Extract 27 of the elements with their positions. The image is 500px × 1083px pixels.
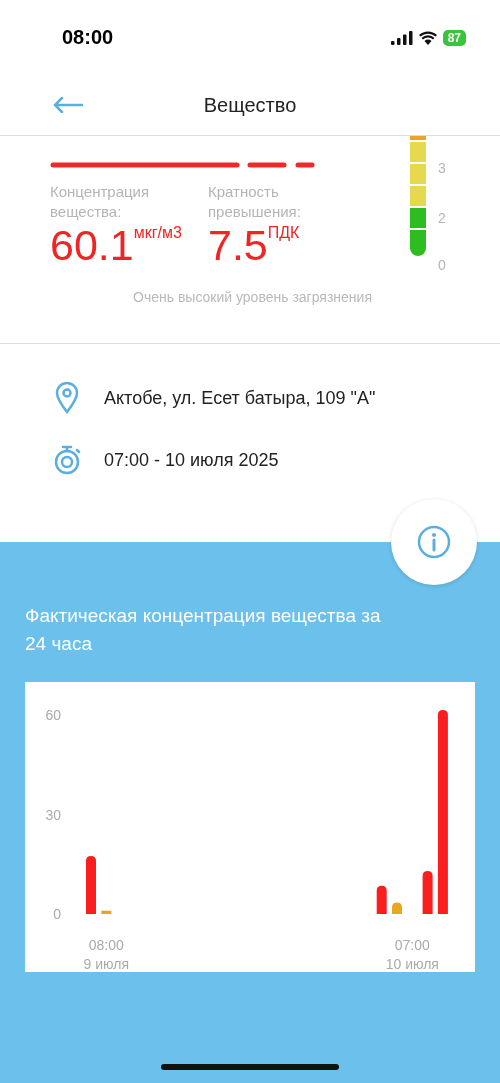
chart-title: Фактическая концентрация вещества за 24 часа	[25, 604, 382, 656]
detail-text: Актобе, ул. Есет батыра, 109 "А"	[104, 387, 376, 409]
status-time: 08:00	[62, 26, 114, 49]
pollution-level-text: Очень высокий уровень загрязнения	[133, 289, 372, 305]
info-button[interactable]	[391, 499, 477, 585]
info-icon	[417, 525, 451, 559]
x-tick-label: 07:00 10 июля	[385, 937, 439, 972]
concentration-value: 60.1	[50, 222, 134, 268]
ratio-value: 7.5	[208, 222, 268, 268]
stopwatch-icon	[52, 445, 82, 475]
battery-icon: 87	[442, 29, 466, 46]
concentration-unit: мкг/м3	[133, 224, 182, 242]
scale-label: 3	[438, 160, 446, 176]
screen-title: Вещество	[203, 93, 297, 117]
detail-text: 07:00 - 10 июля 2025	[104, 449, 279, 471]
signal-icon	[390, 30, 413, 45]
ratio-label: Кратность превышения:	[208, 182, 302, 222]
x-tick-label: 08:00 9 июля	[83, 937, 130, 972]
scale-label: 2	[438, 210, 446, 226]
wifi-icon	[418, 30, 437, 45]
ratio-unit: ПДК	[267, 224, 300, 242]
scale-label: 0	[438, 257, 446, 273]
y-tick-label: 0	[53, 906, 61, 922]
concentration-label: Концентрация вещества:	[50, 182, 151, 222]
y-tick-label: 30	[45, 806, 61, 823]
back-arrow-icon[interactable]	[52, 97, 84, 113]
y-tick-label: 60	[45, 707, 61, 724]
